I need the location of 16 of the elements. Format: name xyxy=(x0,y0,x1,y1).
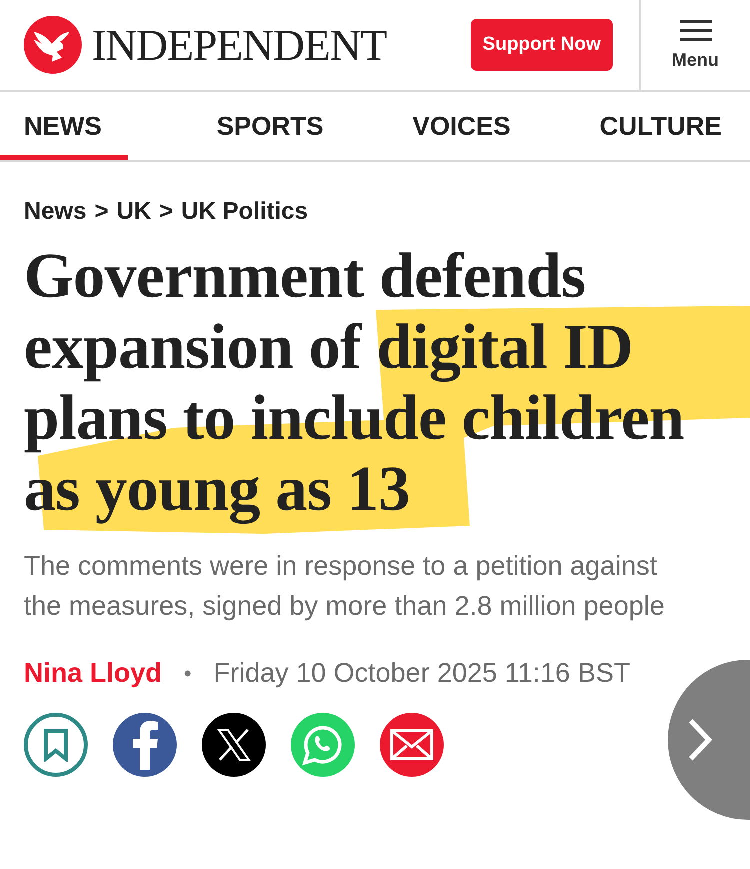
breadcrumb-link[interactable]: UK xyxy=(116,198,152,226)
breadcrumb-link[interactable]: News xyxy=(24,198,87,226)
breadcrumb-link[interactable]: UK Politics xyxy=(181,198,308,226)
nav-tab[interactable]: SPORTS xyxy=(216,92,324,160)
breadcrumb-separator: > xyxy=(94,198,109,226)
byline-separator: • xyxy=(184,660,192,686)
author-link[interactable]: Nina Lloyd xyxy=(24,658,162,689)
brand-wordmark: INDEPENDENT xyxy=(92,20,387,70)
nav-tab[interactable]: VOICES xyxy=(412,92,511,160)
publish-date: Friday 10 October 2025 11:16 BST xyxy=(214,658,630,689)
nav-tab[interactable]: CULTURE xyxy=(600,92,722,160)
article-standfirst: The comments were in response to a petition against the measures, signed by more than 2.8 million people xyxy=(24,550,666,623)
support-button[interactable]: Support Now xyxy=(470,19,613,71)
breadcrumb-separator: > xyxy=(159,198,174,226)
nav-tab[interactable]: NEWS xyxy=(0,92,128,160)
menu-button[interactable]: Menu xyxy=(639,0,750,90)
